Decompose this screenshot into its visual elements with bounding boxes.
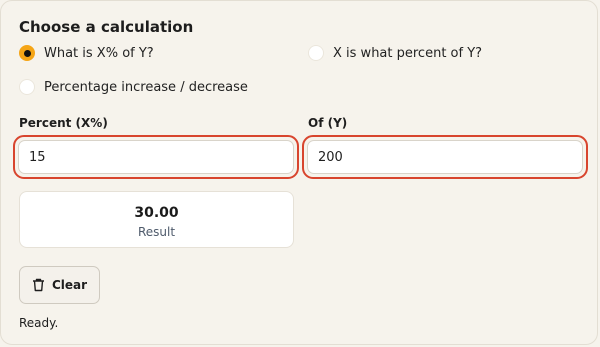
of-field-highlight	[302, 135, 588, 179]
calculator-panel: Choose a calculation What is X% of Y? X …	[0, 0, 598, 345]
result-caption: Result	[137, 225, 176, 239]
radio-unselected-icon[interactable]	[308, 45, 324, 61]
mode-option-percentage-change[interactable]: Percentage increase / decrease	[19, 79, 248, 95]
clear-button[interactable]: Clear	[19, 266, 100, 304]
mode-option-label: What is X% of Y?	[44, 45, 154, 61]
mode-option-x-is-what-percent[interactable]: X is what percent of Y?	[308, 45, 482, 61]
radio-selected-icon[interactable]	[19, 45, 35, 61]
result-value: 30.00	[134, 205, 179, 221]
percent-label: Percent (X%)	[19, 116, 108, 130]
percent-field-highlight	[13, 135, 299, 179]
section-title: Choose a calculation	[19, 18, 194, 36]
mode-option-label: X is what percent of Y?	[333, 45, 483, 61]
radio-unselected-icon[interactable]	[19, 79, 35, 95]
percent-input[interactable]	[18, 140, 294, 174]
clear-button-label: Clear	[51, 278, 88, 292]
of-label: Of (Y)	[308, 116, 348, 130]
status-text: Ready.	[19, 316, 59, 330]
result-box: 30.00 Result	[19, 191, 294, 248]
mode-option-label: Percentage increase / decrease	[44, 79, 248, 95]
trash-icon	[32, 278, 44, 292]
mode-option-x-percent-of-y[interactable]: What is X% of Y?	[19, 45, 154, 61]
of-input[interactable]	[307, 140, 583, 174]
